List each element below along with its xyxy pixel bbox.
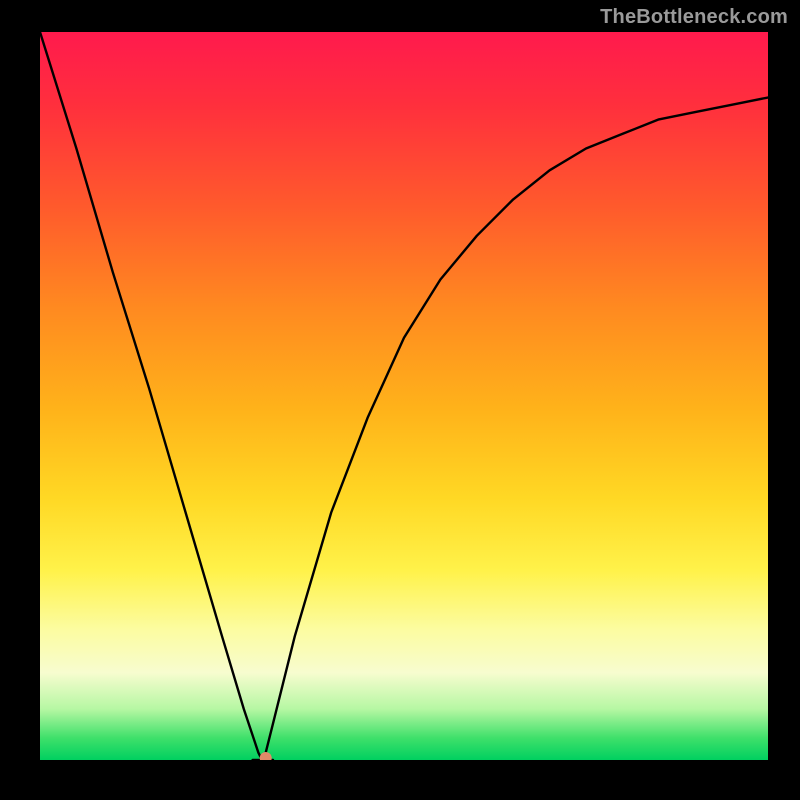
minimum-marker (260, 752, 272, 760)
chart-frame: TheBottleneck.com (0, 0, 800, 800)
watermark-label: TheBottleneck.com (600, 6, 788, 29)
plot-area (40, 32, 768, 760)
bottleneck-curve (40, 32, 768, 760)
curve-svg (40, 32, 768, 760)
